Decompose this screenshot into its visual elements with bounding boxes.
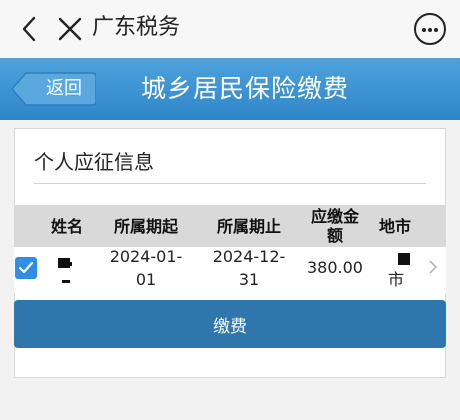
check-icon <box>18 261 34 274</box>
back-chevron-icon[interactable] <box>18 14 42 44</box>
pay-button[interactable]: 缴费 <box>14 300 446 348</box>
page-title: 城乡居民保险缴费 <box>140 74 349 103</box>
column-header-period-start: 所属期起 <box>113 216 178 236</box>
column-header-amount: 应缴金 额 <box>310 207 359 245</box>
redacted-block <box>68 262 72 266</box>
section-divider <box>34 183 426 184</box>
cell-name <box>44 252 84 288</box>
more-options-icon[interactable] <box>414 13 446 45</box>
row-select-checkbox[interactable] <box>15 257 37 279</box>
redacted-block <box>398 253 410 265</box>
close-icon[interactable] <box>55 14 85 44</box>
redacted-block <box>62 280 70 283</box>
column-header-city: 地市 <box>378 216 411 236</box>
column-header-name: 姓名 <box>50 216 83 236</box>
return-button[interactable]: 返回 <box>12 71 96 107</box>
cell-amount: 380.00 <box>307 258 363 277</box>
cell-period-start: 2024-01- 01 <box>109 247 183 289</box>
page-header: 返回 城乡居民保险缴费 <box>0 58 460 120</box>
column-header-period-end: 所属期止 <box>216 216 281 236</box>
section-title: 个人应征信息 <box>34 150 154 174</box>
app-title: 广东税务 <box>92 15 181 40</box>
return-label: 返回 <box>46 78 82 99</box>
cell-city: 市 <box>387 270 404 289</box>
chevron-right-icon <box>429 260 438 274</box>
cell-period-end: 2024-12- 31 <box>212 247 286 289</box>
